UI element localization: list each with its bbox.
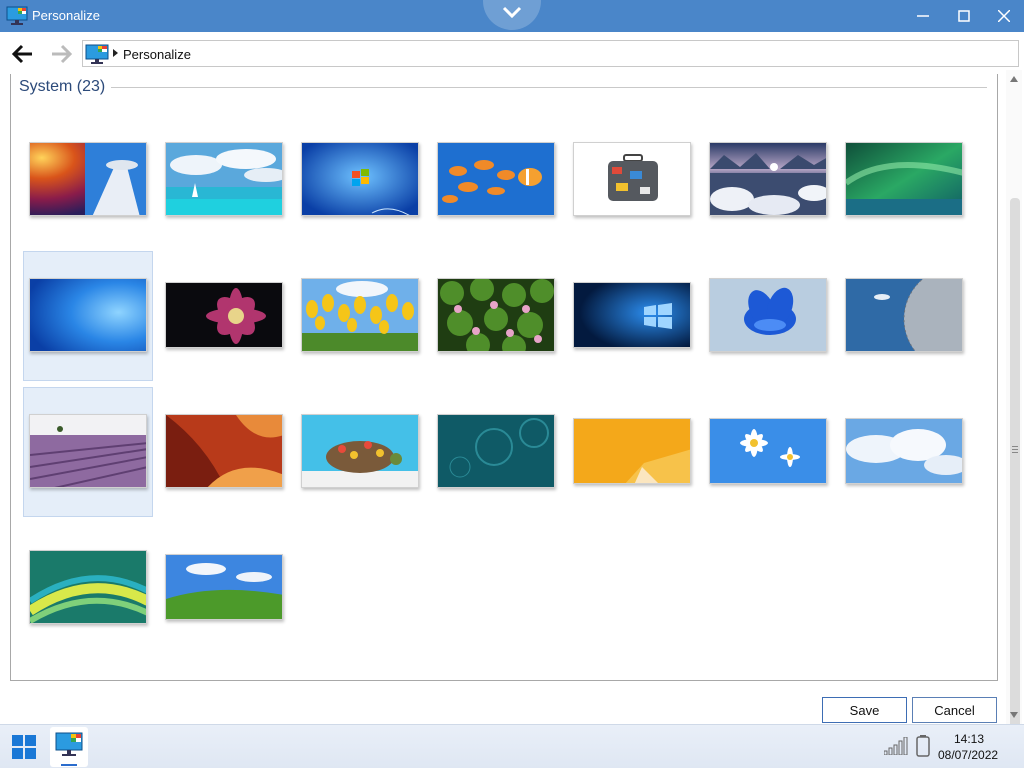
turtle-art-wallpaper[interactable] bbox=[301, 414, 419, 488]
caret-right-icon bbox=[113, 49, 118, 57]
minimize-icon bbox=[917, 15, 929, 17]
group-divider bbox=[111, 87, 987, 88]
signal-strength-icon[interactable] bbox=[884, 737, 908, 755]
monitor-app-icon bbox=[6, 6, 28, 25]
close-button[interactable] bbox=[985, 0, 1023, 32]
aurora-green-wallpaper[interactable] bbox=[845, 142, 963, 216]
monitor-location-icon bbox=[85, 44, 109, 64]
window-title: Personalize bbox=[32, 8, 100, 23]
vertical-scrollbar[interactable] bbox=[1006, 70, 1022, 768]
scroll-grip bbox=[1012, 449, 1018, 450]
collapse-toggle[interactable] bbox=[483, 0, 541, 30]
scroll-up-icon[interactable] bbox=[1010, 76, 1018, 82]
tulips-wallpaper[interactable] bbox=[301, 278, 419, 352]
monitor-app-icon bbox=[55, 732, 83, 756]
maximize-icon bbox=[958, 10, 970, 22]
metal-sphere-wallpaper[interactable] bbox=[845, 278, 963, 352]
minimize-button[interactable] bbox=[904, 0, 942, 32]
group-header: System (23) bbox=[19, 78, 106, 95]
blue-light-wallpaper[interactable] bbox=[29, 278, 147, 352]
clouds-wallpaper[interactable] bbox=[845, 418, 963, 484]
wallpaper-gallery: System (23) bbox=[10, 74, 998, 681]
personalize-window: Personalize Personalize System (23) Save… bbox=[0, 0, 1024, 768]
close-icon bbox=[998, 10, 1010, 22]
clock-date[interactable]: 08/07/2022 bbox=[938, 748, 998, 762]
windows-10-logo-wallpaper[interactable] bbox=[573, 282, 691, 348]
windows-11-bloom-wallpaper[interactable] bbox=[709, 278, 827, 352]
scroll-grip bbox=[1012, 446, 1018, 447]
tropical-sea-wallpaper[interactable] bbox=[165, 142, 283, 216]
red-canyon-wallpaper[interactable] bbox=[165, 414, 283, 488]
suitcase-wallpaper[interactable] bbox=[573, 142, 691, 216]
scroll-down-icon[interactable] bbox=[1010, 712, 1018, 718]
active-indicator bbox=[61, 764, 77, 766]
address-path: Personalize bbox=[123, 47, 191, 62]
cancel-button[interactable]: Cancel bbox=[912, 697, 997, 723]
goldfish-wallpaper[interactable] bbox=[437, 142, 555, 216]
title-bar: Personalize bbox=[0, 0, 1024, 32]
scroll-grip bbox=[1012, 452, 1018, 453]
purple-dahlia-wallpaper[interactable] bbox=[165, 282, 283, 348]
taskbar-personalize-app[interactable] bbox=[50, 727, 88, 767]
water-lilies-wallpaper[interactable] bbox=[437, 278, 555, 352]
forward-arrow-icon[interactable] bbox=[48, 43, 74, 65]
vista-aurora-wallpaper[interactable] bbox=[29, 550, 147, 624]
chevron-down-icon bbox=[502, 6, 522, 18]
taskbar: 14:13 08/07/2022 bbox=[0, 724, 1024, 768]
daisies-wallpaper[interactable] bbox=[709, 418, 827, 484]
maximize-button[interactable] bbox=[945, 0, 983, 32]
clock-time[interactable]: 14:13 bbox=[954, 732, 984, 746]
space-needle-wallpaper[interactable] bbox=[29, 142, 147, 216]
start-windows-icon[interactable] bbox=[10, 733, 38, 761]
icebergs-wallpaper[interactable] bbox=[709, 142, 827, 216]
back-arrow-icon[interactable] bbox=[10, 43, 36, 65]
lavender-field-wallpaper[interactable] bbox=[29, 414, 147, 488]
orange-abstract-wallpaper[interactable] bbox=[573, 418, 691, 484]
battery-icon[interactable] bbox=[916, 735, 930, 757]
scroll-thumb[interactable] bbox=[1010, 198, 1020, 768]
bliss-hill-wallpaper[interactable] bbox=[165, 554, 283, 620]
teal-bubbles-wallpaper[interactable] bbox=[437, 414, 555, 488]
save-button[interactable]: Save bbox=[822, 697, 907, 723]
address-bar[interactable]: Personalize bbox=[82, 40, 1019, 67]
windows-7-logo-wallpaper[interactable] bbox=[301, 142, 419, 216]
